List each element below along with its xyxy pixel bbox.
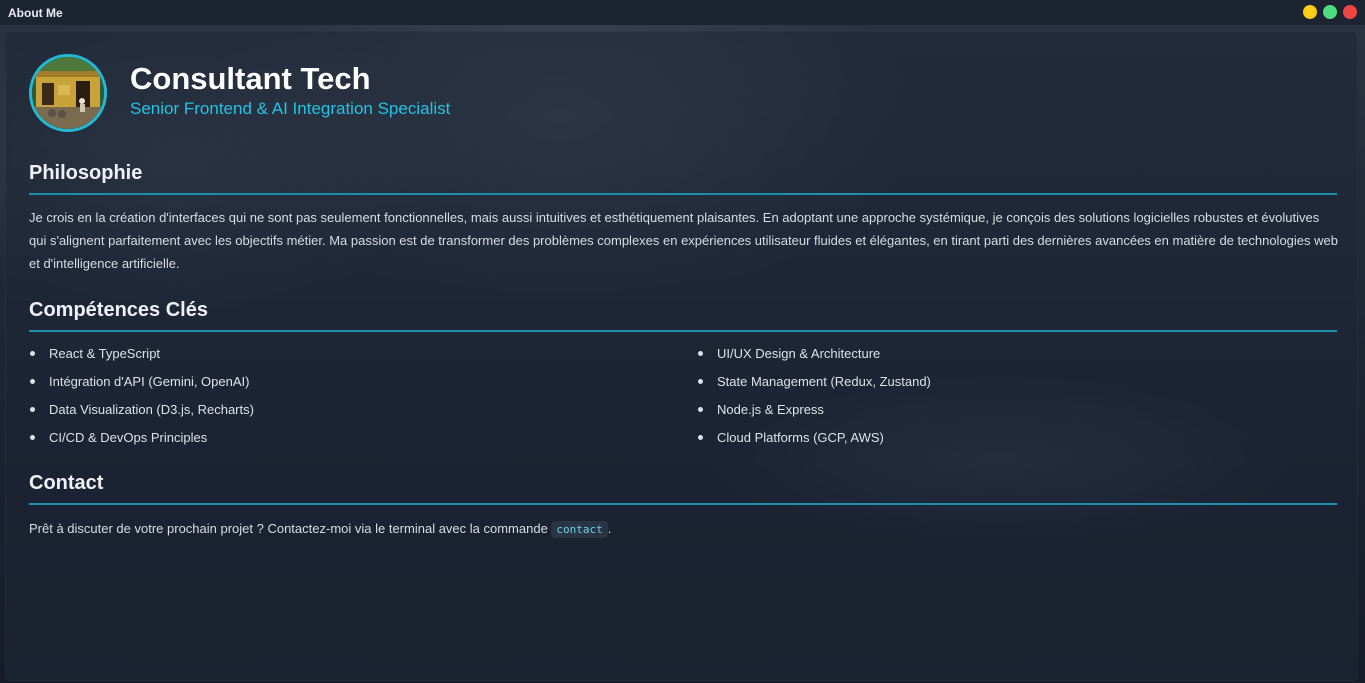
minimize-button[interactable]	[1303, 5, 1317, 19]
profile-subtitle: Senior Frontend & AI Integration Special…	[130, 98, 451, 118]
title-bar[interactable]: About Me	[0, 0, 1365, 25]
list-item: Cloud Platforms (GCP, AWS)	[697, 427, 1337, 455]
contact-text: Prêt à discuter de votre prochain projet…	[29, 517, 1339, 541]
maximize-button[interactable]	[1323, 5, 1337, 19]
profile-photo-icon	[32, 57, 104, 129]
contact-text-before: Prêt à discuter de votre prochain projet…	[29, 521, 552, 536]
list-item: CI/CD & DevOps Principles	[29, 427, 697, 455]
list-item: Node.js & Express	[697, 399, 1337, 427]
profile-name: Consultant Tech	[130, 60, 371, 96]
window-controls	[1303, 5, 1357, 19]
list-item: UI/UX Design & Architecture	[697, 343, 1337, 371]
philosophy-divider	[29, 193, 1337, 195]
skills-divider	[29, 330, 1337, 332]
skills-list: React & TypeScript UI/UX Design & Archit…	[29, 343, 1337, 455]
contact-divider	[29, 503, 1337, 505]
list-item: React & TypeScript	[29, 343, 697, 371]
profile-text: Consultant Tech Senior Frontend & AI Int…	[130, 61, 450, 120]
close-button[interactable]	[1343, 5, 1357, 19]
philosophy-heading: Philosophie	[29, 162, 143, 184]
skills-heading: Compétences Clés	[29, 299, 208, 321]
about-me-window: About Me Consultant Tech Senior Frontend…	[0, 0, 1365, 683]
avatar	[29, 54, 107, 132]
contact-command: contact	[551, 521, 608, 538]
contact-heading: Contact	[29, 472, 104, 494]
list-item: Intégration d'API (Gemini, OpenAI)	[29, 371, 697, 399]
list-item: State Management (Redux, Zustand)	[697, 371, 1337, 399]
contact-text-after: .	[607, 521, 612, 536]
philosophy-text: Je crois en la création d'interfaces qui…	[29, 210, 1338, 271]
profile-header: Consultant Tech Senior Frontend & AI Int…	[29, 54, 450, 132]
list-item: Data Visualization (D3.js, Recharts)	[29, 399, 697, 427]
window-title: About Me	[8, 5, 63, 20]
